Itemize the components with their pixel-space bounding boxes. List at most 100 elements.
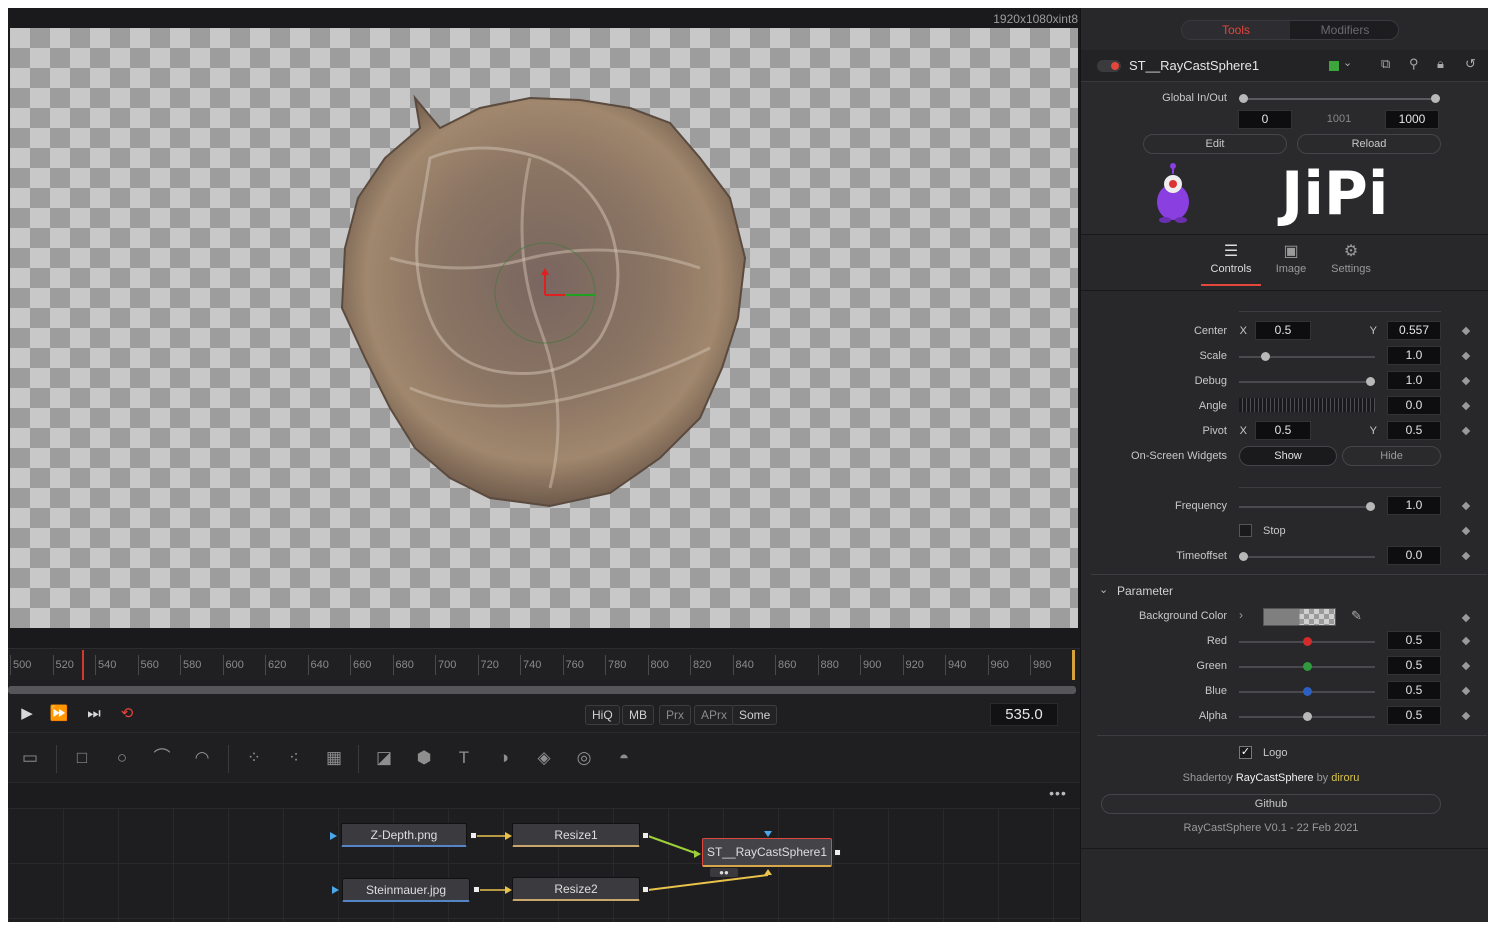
chevron-down-icon[interactable]: ⌄	[1099, 583, 1108, 596]
tab-modifiers[interactable]: Modifiers	[1291, 21, 1398, 39]
more-options-icon[interactable]: •••	[1044, 785, 1072, 807]
background-tool-icon[interactable]: ▭	[16, 745, 44, 771]
green-field[interactable]: 0.5	[1387, 656, 1441, 675]
angle-thumbwheel[interactable]	[1239, 398, 1375, 412]
tab-controls[interactable]: ☰ Controls	[1201, 241, 1261, 275]
timeoffset-slider[interactable]	[1239, 556, 1375, 558]
scale-slider[interactable]	[1239, 356, 1375, 358]
tab-settings[interactable]: ⚙ Settings	[1321, 241, 1381, 275]
particle-merge-icon[interactable]: ▦	[320, 745, 348, 771]
tool-enable-toggle[interactable]	[1097, 60, 1121, 72]
node-zdepth[interactable]: Z-Depth.png	[341, 823, 467, 847]
merge-3d-icon[interactable]: ◑	[490, 745, 518, 771]
aprx-button[interactable]: APrx	[694, 705, 735, 725]
skip-end-icon[interactable]: ⏭	[83, 704, 105, 724]
input-arrow-icon[interactable]	[764, 869, 772, 875]
chevron-right-icon[interactable]: ›	[1239, 608, 1243, 622]
node-resize1[interactable]: Resize1	[512, 823, 640, 847]
node-output-port[interactable]	[834, 849, 841, 856]
stop-checkbox[interactable]	[1239, 524, 1252, 537]
keyframe-icon[interactable]	[1461, 526, 1471, 536]
time-scrollbar[interactable]	[8, 686, 1076, 694]
node-output-port[interactable]	[642, 832, 649, 839]
scale-knob[interactable]	[1261, 352, 1270, 361]
keyframe-icon[interactable]	[1461, 426, 1471, 436]
blue-knob[interactable]	[1303, 687, 1312, 696]
credit-shader-name[interactable]: RayCastSphere	[1236, 772, 1314, 784]
rectangle-mask-icon[interactable]: □	[68, 745, 96, 771]
alpha-knob[interactable]	[1303, 712, 1312, 721]
particle-emitter-icon[interactable]: ⁘	[240, 745, 268, 771]
keyframe-icon[interactable]	[1461, 551, 1471, 561]
bg-color-swatch[interactable]	[1263, 608, 1336, 626]
pivot-x-field[interactable]: 0.5	[1255, 421, 1311, 440]
reload-button[interactable]: Reload	[1297, 134, 1441, 154]
keyframe-icon[interactable]	[1461, 686, 1471, 696]
global-out-field[interactable]: 1000	[1385, 110, 1439, 129]
node-flow-area[interactable]: Z-Depth.png Resize1 Steinmauer.jpg Resiz…	[8, 808, 1080, 922]
github-button[interactable]: Github	[1101, 794, 1441, 814]
timeline-ruler[interactable]: 500 520 540 560 580 600 620 640 660 680 700 720 740 7…	[8, 648, 1080, 680]
node-output-port[interactable]	[470, 832, 477, 839]
range-start-knob[interactable]	[1239, 94, 1248, 103]
image-plane-3d-icon[interactable]: ◪	[370, 745, 398, 771]
shape-3d-icon[interactable]: ⬢	[410, 745, 438, 771]
center-y-field[interactable]: 0.557	[1387, 321, 1441, 340]
pivot-y-field[interactable]: 0.5	[1387, 421, 1441, 440]
parameter-section-title[interactable]: Parameter	[1117, 584, 1173, 598]
keyframe-icon[interactable]	[1461, 711, 1471, 721]
ellipse-mask-icon[interactable]: ○	[108, 745, 136, 771]
bspline-mask-icon[interactable]: ◠	[188, 745, 216, 771]
chevron-down-icon[interactable]: ⌄	[1343, 56, 1352, 69]
hiq-button[interactable]: HiQ	[585, 705, 620, 725]
node-output-port[interactable]	[642, 886, 649, 893]
tool-color-swatch[interactable]	[1329, 61, 1339, 71]
current-frame-field[interactable]: 535.0	[990, 703, 1058, 726]
edit-button[interactable]: Edit	[1143, 134, 1287, 154]
tab-image[interactable]: ▣ Image	[1261, 241, 1321, 275]
tab-tools[interactable]: Tools	[1182, 21, 1290, 39]
some-button[interactable]: Some	[732, 705, 778, 725]
alpha-field[interactable]: 0.5	[1387, 706, 1441, 725]
debug-slider[interactable]	[1239, 381, 1375, 383]
scale-field[interactable]: 1.0	[1387, 346, 1441, 365]
angle-field[interactable]: 0.0	[1387, 396, 1441, 415]
timeoffset-field[interactable]: 0.0	[1387, 546, 1441, 565]
global-inout-slider[interactable]	[1243, 98, 1435, 100]
reset-icon[interactable]: ↺	[1465, 56, 1476, 72]
timeoffset-knob[interactable]	[1239, 552, 1248, 561]
keyframe-icon[interactable]	[1461, 351, 1471, 361]
mask-input-icon[interactable]	[764, 831, 772, 837]
debug-knob[interactable]	[1366, 377, 1375, 386]
polygon-mask-icon[interactable]: ⌒	[148, 745, 176, 771]
spotlight-icon[interactable]: ◓	[610, 745, 638, 771]
blue-field[interactable]: 0.5	[1387, 681, 1441, 700]
keyframe-icon[interactable]	[1461, 326, 1471, 336]
keyframe-icon[interactable]	[1461, 636, 1471, 646]
keyframe-icon[interactable]	[1461, 613, 1471, 623]
node-steinmauer[interactable]: Steinmauer.jpg	[342, 878, 470, 902]
global-in-field[interactable]: 0	[1238, 110, 1292, 129]
camera-3d-icon[interactable]: ◈	[530, 745, 558, 771]
debug-field[interactable]: 1.0	[1387, 371, 1441, 390]
center-x-field[interactable]: 0.5	[1255, 321, 1311, 340]
play-icon[interactable]: ▶	[16, 704, 38, 724]
show-button[interactable]: Show	[1239, 446, 1337, 466]
keyframe-icon[interactable]	[1461, 661, 1471, 671]
node-raycastsphere[interactable]: ST__RayCastSphere1	[702, 838, 832, 867]
logo-checkbox[interactable]: ✓	[1239, 746, 1252, 759]
mb-button[interactable]: MB	[622, 705, 654, 725]
text-3d-icon[interactable]: T	[450, 745, 478, 771]
lock-icon[interactable]: 🔒︎	[1437, 56, 1444, 72]
node-output-port[interactable]	[473, 886, 480, 893]
frequency-slider[interactable]	[1239, 506, 1375, 508]
red-knob[interactable]	[1303, 637, 1312, 646]
viewer-canvas[interactable]	[10, 28, 1078, 628]
pin-icon[interactable]: ⚲	[1409, 56, 1419, 72]
keyframe-icon[interactable]	[1461, 501, 1471, 511]
frequency-field[interactable]: 1.0	[1387, 496, 1441, 515]
particle-render-icon[interactable]: ⁖	[280, 745, 308, 771]
keyframe-icon[interactable]	[1461, 376, 1471, 386]
renderer-3d-icon[interactable]: ◎	[570, 745, 598, 771]
version-icon[interactable]: ⧉	[1381, 56, 1390, 72]
